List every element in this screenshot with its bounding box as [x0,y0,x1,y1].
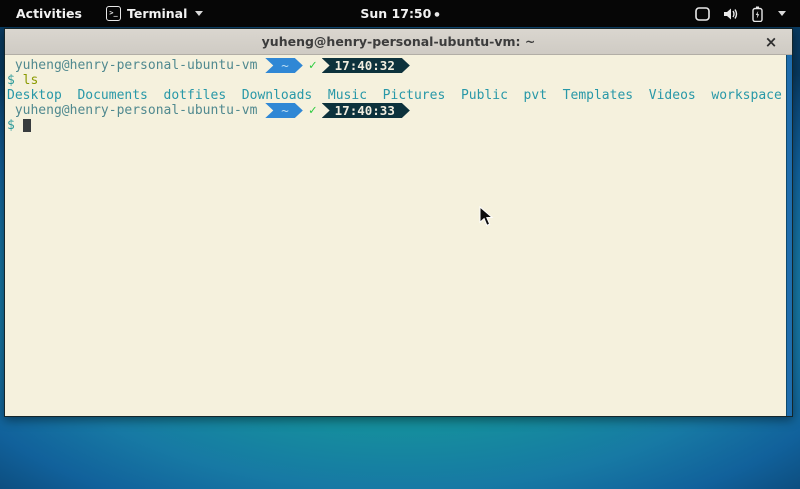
clock-button[interactable]: Sun 17:50 [360,6,431,21]
terminal-app-icon: >_ [106,6,121,21]
prompt-symbol: $ [7,118,23,133]
status-check-icon: ✓ [309,58,317,73]
prompt-symbol: $ [7,73,23,88]
system-menu-caret-icon [778,11,786,16]
dir-entry: Desktop [7,88,62,103]
powerline-path-segment: ~ [265,58,303,73]
dir-entry: Downloads [242,88,312,103]
dir-entry: Videos [649,88,696,103]
command-line: $ ls [7,73,782,88]
ls-output-line: Desktop Documents dotfiles Downloads Mus… [7,88,782,103]
system-status-area[interactable] [695,6,800,22]
dir-entry: Templates [563,88,633,103]
powerline-path-segment: ~ [265,103,303,118]
dir-entry: workspace [711,88,781,103]
dir-entry: Documents [77,88,147,103]
input-line: $ [7,118,782,133]
close-button[interactable]: × [760,29,782,55]
powerline-time-segment: 17:40:32 [322,58,410,73]
terminal-cursor [23,119,31,132]
window-titlebar[interactable]: yuheng@henry-personal-ubuntu-vm: ~ × [5,29,792,55]
panel-left: Activities >_ Terminal [0,2,203,25]
prompt-line: yuheng@henry-personal-ubuntu-vm ~ ✓ 17:4… [7,58,782,73]
prompt-user-host: yuheng@henry-personal-ubuntu-vm [7,58,265,73]
dir-entry: Pictures [383,88,446,103]
terminal-content[interactable]: yuheng@henry-personal-ubuntu-vm ~ ✓ 17:4… [5,55,792,416]
desktop: { "topbar": { "activities_label": "Activ… [0,0,800,489]
activities-button[interactable]: Activities [10,2,88,25]
status-check-icon: ✓ [309,103,317,118]
display-icon [695,7,710,21]
top-panel: Activities >_ Terminal Sun 17:50 ● [0,0,800,27]
terminal-window: yuheng@henry-personal-ubuntu-vm: ~ × yuh… [4,28,793,417]
dir-entry: Music [328,88,367,103]
app-menu-terminal[interactable]: >_ Terminal [106,6,203,21]
window-title: yuheng@henry-personal-ubuntu-vm: ~ [262,34,536,49]
app-menu-label: Terminal [127,6,187,21]
typed-command: ls [23,73,39,88]
chevron-down-icon [195,11,203,16]
dir-entry: Public [461,88,508,103]
prompt-user-host: yuheng@henry-personal-ubuntu-vm [7,103,265,118]
prompt-line: yuheng@henry-personal-ubuntu-vm ~ ✓ 17:4… [7,103,782,118]
dir-entry: pvt [524,88,547,103]
powerline-time-segment: 17:40:33 [322,103,410,118]
volume-icon [723,7,739,21]
notification-dot-icon: ● [434,11,439,18]
dir-entry: dotfiles [164,88,227,103]
battery-charging-icon [752,6,763,22]
terminal-scrollbar[interactable] [786,55,792,416]
